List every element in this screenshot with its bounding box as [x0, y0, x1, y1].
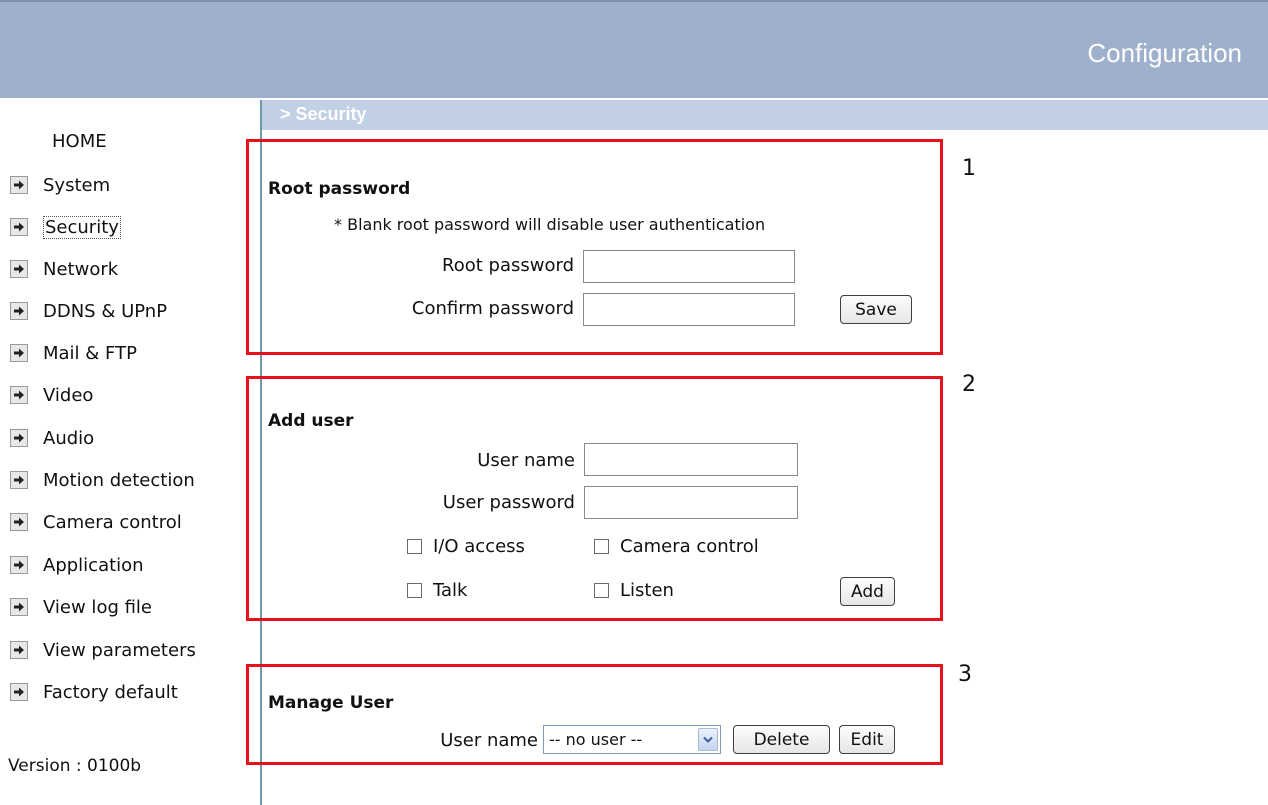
sidebar-item-motion-detection[interactable]: Motion detection: [10, 465, 195, 495]
checkbox-box[interactable]: [407, 583, 422, 598]
arrow-right-icon: [10, 344, 28, 362]
talk-label: Talk: [433, 580, 468, 601]
sidebar-item-label: Video: [43, 384, 94, 406]
sidebar-item-label: Motion detection: [43, 469, 195, 491]
sidebar-item-label: View log file: [43, 596, 153, 618]
section-bar: > Security: [262, 100, 1268, 130]
arrow-right-icon: [10, 302, 28, 320]
sidebar-item-factory-default[interactable]: Factory default: [10, 677, 178, 707]
sidebar-item-label: System: [43, 174, 111, 196]
sidebar-item-ddns[interactable]: DDNS & UPnP: [10, 296, 167, 326]
sidebar-item-label: Audio: [43, 427, 95, 449]
root-password-heading: Root password: [268, 179, 411, 199]
user-select[interactable]: -- no user --: [543, 725, 721, 754]
root-password-note: * Blank root password will disable user …: [334, 215, 766, 234]
sidebar-item-application[interactable]: Application: [10, 550, 144, 580]
add-user-button[interactable]: Add: [840, 577, 895, 606]
arrow-right-icon: [10, 683, 28, 701]
sidebar-item-security[interactable]: Security: [10, 212, 121, 242]
manage-user-heading: Manage User: [268, 693, 394, 713]
io-access-checkbox[interactable]: I/O access: [407, 536, 525, 557]
arrow-right-icon: [10, 598, 28, 616]
sidebar-item-label: View parameters: [43, 639, 196, 661]
annotation-number-2: 2: [962, 372, 976, 397]
checkbox-box[interactable]: [594, 539, 609, 554]
user-select-value: -- no user --: [549, 730, 643, 749]
sidebar-item-label: Application: [43, 554, 144, 576]
arrow-right-icon: [10, 260, 28, 278]
sidebar-item-camera-control[interactable]: Camera control: [10, 507, 182, 537]
username-label: User name: [477, 450, 575, 471]
username-input[interactable]: [584, 443, 798, 476]
arrow-right-icon: [10, 513, 28, 531]
confirm-password-input[interactable]: [583, 293, 795, 326]
sidebar-item-video[interactable]: Video: [10, 380, 93, 410]
version-text: Version : 0100b: [8, 756, 142, 776]
sidebar-item-system[interactable]: System: [10, 170, 110, 200]
root-password-input[interactable]: [583, 250, 795, 283]
save-button[interactable]: Save: [840, 295, 912, 324]
listen-label: Listen: [620, 580, 674, 601]
confirm-password-label: Confirm password: [411, 298, 574, 319]
annotation-number-3: 3: [958, 662, 972, 687]
sidebar: HOME System Security Network DDNS & UPnP…: [0, 0, 258, 805]
arrow-right-icon: [10, 471, 28, 489]
io-access-label: I/O access: [433, 536, 525, 557]
sidebar-item-label: Network: [43, 258, 119, 280]
sidebar-item-label: DDNS & UPnP: [43, 300, 168, 322]
sidebar-item-label: Security: [43, 215, 121, 239]
page-title: Configuration: [1087, 38, 1242, 68]
arrow-right-icon: [10, 176, 28, 194]
talk-checkbox[interactable]: Talk: [407, 580, 467, 601]
camera-control-label: Camera control: [620, 536, 759, 557]
user-password-input[interactable]: [584, 486, 798, 519]
sidebar-item-label: Mail & FTP: [43, 342, 137, 364]
root-password-label: Root password: [442, 255, 574, 276]
camera-control-checkbox[interactable]: Camera control: [594, 536, 759, 557]
sidebar-item-mail-ftp[interactable]: Mail & FTP: [10, 338, 137, 368]
sidebar-item-network[interactable]: Network: [10, 254, 118, 284]
checkbox-box[interactable]: [594, 583, 609, 598]
delete-button[interactable]: Delete: [733, 725, 830, 754]
sidebar-item-view-log-file[interactable]: View log file: [10, 592, 152, 622]
arrow-right-icon: [10, 429, 28, 447]
sidebar-item-label: Camera control: [43, 511, 182, 533]
listen-checkbox[interactable]: Listen: [594, 580, 674, 601]
add-user-heading: Add user: [268, 411, 354, 431]
checkbox-box[interactable]: [407, 539, 422, 554]
chevron-down-icon[interactable]: [698, 728, 718, 751]
sidebar-item-view-parameters[interactable]: View parameters: [10, 635, 196, 665]
sidebar-item-label: Factory default: [43, 681, 178, 703]
arrow-right-icon: [10, 386, 28, 404]
edit-button[interactable]: Edit: [839, 725, 895, 754]
arrow-right-icon: [10, 218, 28, 236]
sidebar-item-audio[interactable]: Audio: [10, 423, 94, 453]
arrow-right-icon: [10, 556, 28, 574]
arrow-right-icon: [10, 641, 28, 659]
sidebar-home-link[interactable]: HOME: [52, 131, 107, 152]
annotation-number-1: 1: [962, 156, 976, 181]
breadcrumb: > Security: [280, 104, 367, 124]
user-password-label: User password: [442, 492, 575, 513]
manage-username-label: User name: [440, 730, 538, 751]
